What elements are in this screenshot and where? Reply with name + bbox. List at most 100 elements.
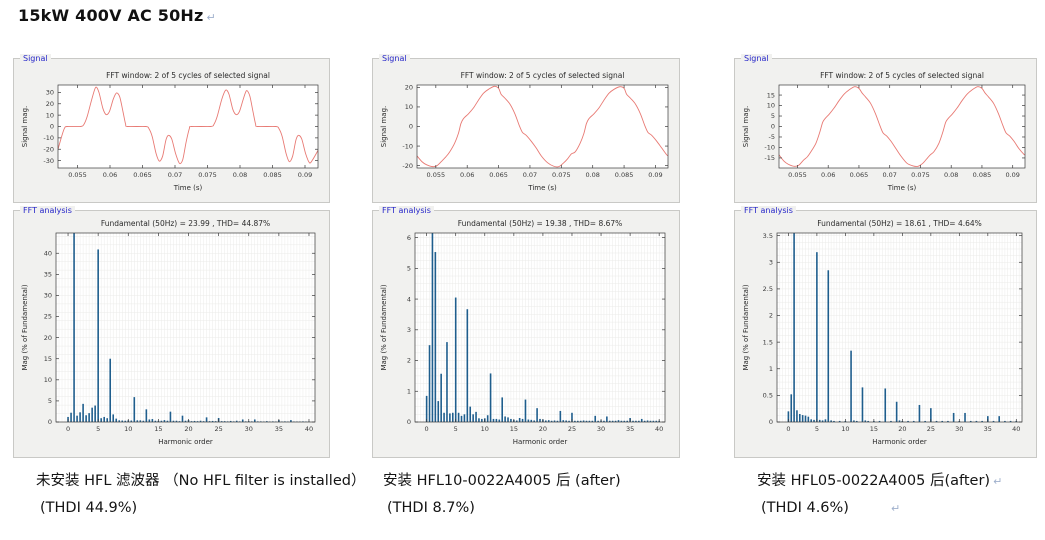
y-tick-label: 1.5	[763, 338, 773, 346]
y-tick-label: 10	[767, 102, 775, 110]
chart-title: Fundamental (50Hz) = 23.99 , THD= 44.87%	[101, 219, 270, 228]
y-tick-label: 10	[44, 376, 52, 384]
signal-panel-label-3: Signal	[741, 54, 772, 64]
signal-chart-1: 0.0550.060.0650.070.0750.080.0850.09-30-…	[14, 59, 329, 202]
x-tick-label: 40	[1012, 425, 1020, 433]
caption-2-thdi: (THDI 8.7%)	[387, 500, 475, 516]
y-tick-label: 6	[407, 234, 411, 242]
fft-chart-1: 05101520253035400510152025303540Fundamen…	[14, 211, 329, 457]
x-tick-label: 0.065	[133, 171, 152, 179]
y-tick-label: -20	[43, 145, 54, 153]
signal-panel-label-1: Signal	[20, 54, 51, 64]
x-axis-label: Harmonic order	[513, 438, 568, 446]
x-tick-label: 5	[815, 425, 819, 433]
y-tick-label: -10	[402, 142, 413, 150]
chart-title: Fundamental (50Hz) = 18.61 , THD= 4.64%	[817, 219, 982, 228]
x-tick-label: 0.06	[103, 171, 117, 179]
x-tick-label: 0.075	[552, 171, 571, 179]
x-tick-label: 0.09	[298, 171, 312, 179]
x-tick-label: 0.09	[1005, 171, 1019, 179]
caption-1-line-2: (THDI 44.9%)	[36, 500, 368, 516]
y-tick-label: 30	[44, 292, 52, 300]
signal-chart-2: 0.0550.060.0650.070.0750.080.0850.09-20-…	[373, 59, 679, 202]
caption-1: 未安装 HFL 滤波器 （No HFL filter is installed）…	[36, 469, 368, 516]
chart-title: FFT window: 2 of 5 cycles of selected si…	[461, 71, 625, 80]
caption-1-thdi: (THDI 44.9%)	[40, 500, 137, 516]
x-tick-label: 30	[955, 425, 963, 433]
x-tick-label: 0	[66, 425, 70, 433]
caption-3-return-mark: ↵	[993, 475, 1002, 488]
y-tick-label: 35	[44, 271, 52, 279]
y-tick-label: 30	[46, 89, 54, 97]
caption-2-text: 安装 HFL10-0022A4005 后 (after)	[383, 473, 621, 489]
caption-2: 安装 HFL10-0022A4005 后 (after) (THDI 8.7%)	[383, 469, 624, 516]
figure-column-1: Signal 0.0550.060.0650.070.0750.080.0850…	[13, 58, 330, 458]
y-axis-label: Signal mag.	[380, 106, 388, 148]
x-tick-label: 20	[184, 425, 192, 433]
x-tick-label: 15	[154, 425, 162, 433]
y-tick-label: 40	[44, 249, 52, 257]
fft-panel-label-1: FFT analysis	[20, 206, 75, 216]
x-tick-label: 0.08	[585, 171, 599, 179]
x-tick-label: 0.085	[263, 171, 282, 179]
x-tick-label: 0.08	[233, 171, 247, 179]
chart-title: FFT window: 2 of 5 cycles of selected si…	[106, 71, 270, 80]
x-tick-label: 0.07	[168, 171, 182, 179]
x-tick-label: 0.065	[489, 171, 508, 179]
x-tick-label: 0.09	[648, 171, 662, 179]
fft-panel-label-2: FFT analysis	[379, 206, 434, 216]
y-axis-label: Mag (% of Fundamental)	[742, 284, 750, 370]
caption-3-line-2: (THDI 4.6%)↵	[757, 500, 1002, 516]
fft-chart-2: 05101520253035400123456Fundamental (50Hz…	[373, 211, 679, 457]
x-tick-label: 15	[510, 425, 518, 433]
x-tick-label: 0.085	[973, 171, 992, 179]
y-tick-label: 3	[407, 326, 411, 334]
x-tick-label: 10	[124, 425, 132, 433]
fft-panel-1: FFT analysis 051015202530354005101520253…	[13, 210, 330, 458]
x-tick-label: 5	[454, 425, 458, 433]
y-tick-label: 0	[769, 418, 773, 426]
y-tick-label: 5	[771, 112, 775, 120]
caption-2-line-2: (THDI 8.7%)	[383, 500, 624, 516]
x-tick-label: 0.07	[523, 171, 537, 179]
caption-3-text: 安装 HFL05-0022A4005 后(after)	[757, 473, 990, 489]
y-tick-label: -10	[764, 144, 775, 152]
x-tick-label: 0.065	[850, 171, 869, 179]
paragraph-return-mark: ↵	[207, 11, 216, 24]
y-tick-label: 15	[44, 355, 52, 363]
y-tick-label: 10	[46, 111, 54, 119]
x-axis-label: Time (s)	[173, 184, 203, 192]
x-tick-label: 40	[655, 425, 663, 433]
signal-panel-2: Signal 0.0550.060.0650.070.0750.080.0850…	[372, 58, 680, 203]
x-tick-label: 10	[841, 425, 849, 433]
y-axis-label: Signal mag.	[21, 106, 29, 148]
y-tick-label: 20	[405, 84, 413, 92]
x-tick-label: 30	[245, 425, 253, 433]
x-tick-label: 0.055	[427, 171, 446, 179]
x-tick-label: 35	[275, 425, 283, 433]
y-tick-label: -10	[43, 134, 54, 142]
x-tick-label: 20	[539, 425, 547, 433]
x-tick-label: 15	[870, 425, 878, 433]
x-tick-label: 5	[96, 425, 100, 433]
fft-chart-3: 051015202530354000.511.522.533.5Fundamen…	[735, 211, 1036, 457]
y-tick-label: -15	[764, 154, 775, 162]
y-tick-label: 0.5	[763, 392, 773, 400]
y-axis-label: Signal mag.	[742, 106, 750, 148]
y-tick-label: 0	[407, 418, 411, 426]
y-axis-label: Mag (% of Fundamental)	[21, 284, 29, 370]
x-tick-label: 0.085	[615, 171, 634, 179]
page-title: 15kW 400V AC 50Hz↵	[18, 6, 216, 25]
fft-panel-2: FFT analysis 05101520253035400123456Fund…	[372, 210, 680, 458]
y-tick-label: 25	[44, 313, 52, 321]
x-tick-label: 35	[984, 425, 992, 433]
caption-2-line-1: 安装 HFL10-0022A4005 后 (after)	[383, 469, 624, 490]
caption-3: 安装 HFL05-0022A4005 后(after)↵ (THDI 4.6%)…	[757, 469, 1002, 516]
caption-3-line-1: 安装 HFL05-0022A4005 后(after)↵	[757, 469, 1002, 490]
x-tick-label: 25	[214, 425, 222, 433]
signal-chart-3: 0.0550.060.0650.070.0750.080.0850.09-15-…	[735, 59, 1036, 202]
y-tick-label: 2.5	[763, 285, 773, 293]
caption-3-thdi: (THDI 4.6%)	[761, 500, 849, 516]
y-tick-label: 3	[769, 258, 773, 266]
y-tick-label: 5	[407, 265, 411, 273]
